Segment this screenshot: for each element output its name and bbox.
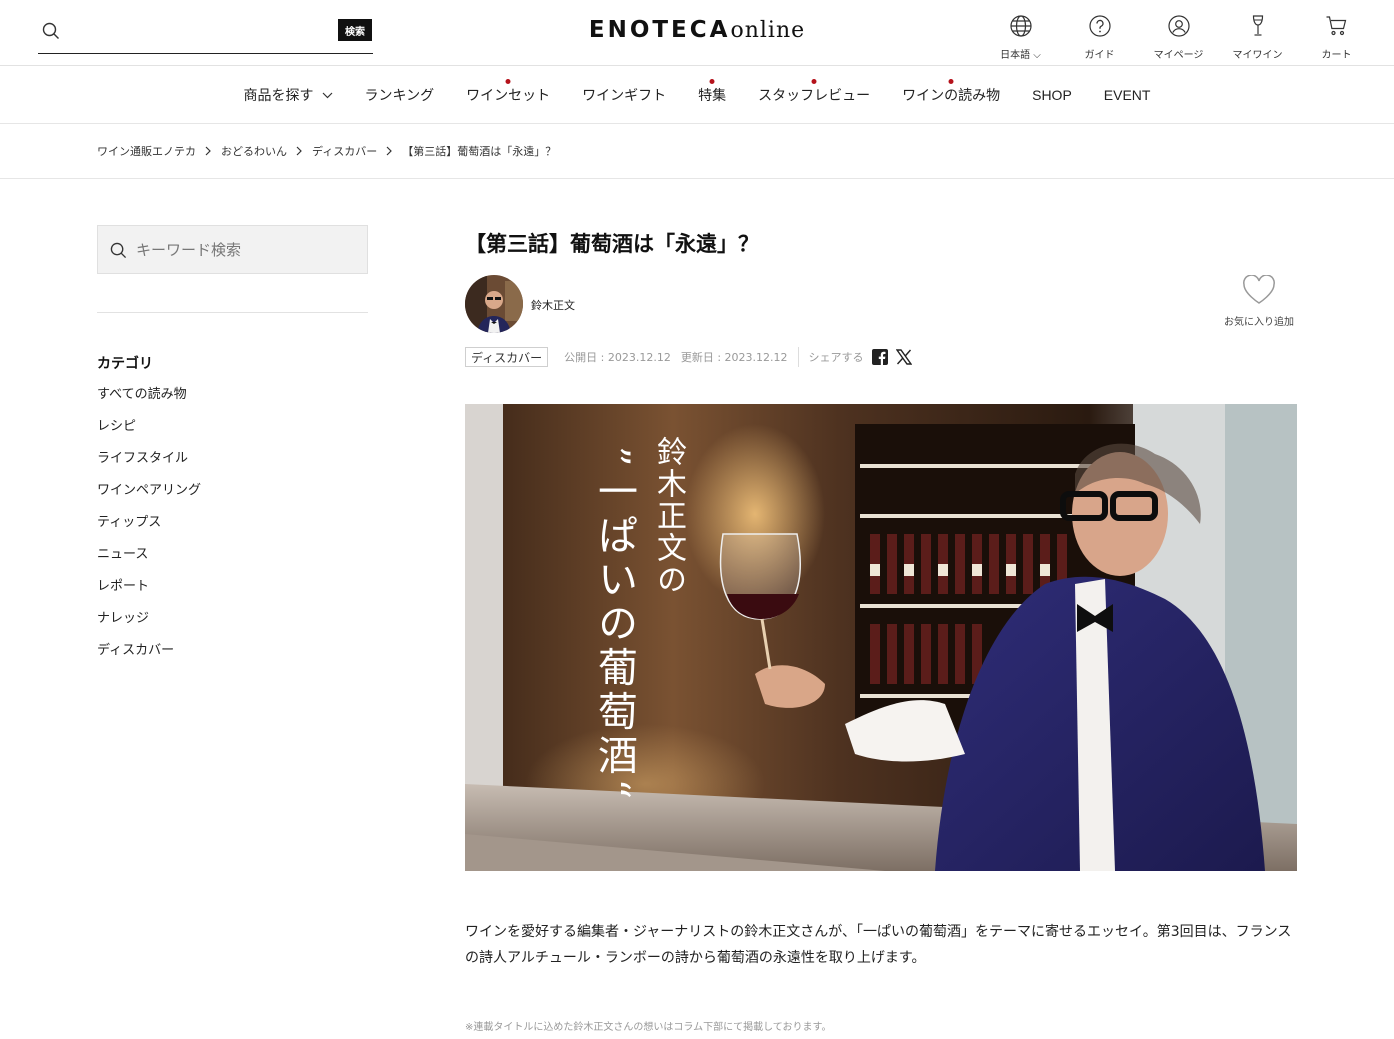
global-nav: 商品を探す ランキング ワインセット ワインギフト 特集 スタッフレビュー ワイ… [0, 66, 1394, 124]
favorite-button[interactable]: お気に入り追加 [1216, 274, 1302, 328]
chevron-right-icon [205, 146, 212, 156]
article-title: 【第三話】葡萄酒は「永遠」？ [465, 232, 759, 256]
nav-item-label: ランキング [364, 87, 435, 104]
cart-icon [1325, 14, 1349, 42]
category-tag[interactable]: ディスカバー [465, 347, 549, 367]
category-item-all[interactable]: すべての読み物 [97, 385, 201, 417]
new-dot-indicator [505, 78, 511, 84]
keyword-search-input[interactable] [136, 238, 356, 262]
wine-glass-icon [1246, 14, 1270, 42]
meta-divider [797, 347, 799, 367]
mypage-label: マイページ [1153, 50, 1204, 61]
chevron-right-icon [296, 146, 303, 156]
x-twitter-icon[interactable] [895, 349, 912, 365]
category-item-lifestyle[interactable]: ライフスタイル [97, 449, 201, 481]
new-dot-indicator [948, 78, 954, 84]
nav-item-wine-set[interactable]: ワインセット [466, 78, 551, 105]
hero-title-line1: 鈴木正文の [651, 436, 686, 596]
nav-item-label: 特集 [698, 87, 727, 104]
breadcrumb-item-home[interactable]: ワイン通販エノテカ [97, 143, 196, 159]
cart-label: カート [1321, 50, 1352, 61]
nav-item-label: ワインセット [466, 87, 551, 104]
heart-icon [1242, 274, 1276, 309]
category-item-pairing[interactable]: ワインペアリング [97, 481, 201, 513]
breadcrumb-item-discover[interactable]: ディスカバー [312, 143, 377, 159]
article-lead: ワインを愛好する編集者・ジャーナリストの鈴木正文さんが、「一ぱいの葡萄酒」をテー… [465, 924, 1292, 966]
breadcrumb: ワイン通販エノテカ おどるわいん ディスカバー 【第三話】葡萄酒は「永遠」？ [97, 143, 556, 159]
article-meta: ディスカバー 公開日 : 2023.12.12 更新日 : 2023.12.12… [465, 347, 912, 367]
logo-text-bold: ENOTECA [588, 17, 731, 43]
help-icon [1088, 14, 1112, 42]
cart-link[interactable]: カート [1297, 14, 1376, 61]
nav-item-event[interactable]: EVENT [1104, 87, 1151, 103]
guide-link[interactable]: ガイド [1060, 14, 1139, 61]
category-item-knowledge[interactable]: ナレッジ [97, 609, 201, 641]
author-name[interactable]: 鈴木正文 [531, 297, 575, 313]
new-dot-indicator [811, 78, 817, 84]
category-item-news[interactable]: ニュース [97, 545, 201, 577]
site-header: 検索 ENOTECAonline 日本語 ⌵ ガイド マイページ マイワイン カ… [0, 0, 1394, 66]
chevron-down-icon [322, 87, 333, 103]
nav-item-label: スタッフレビュー [758, 87, 871, 104]
facebook-icon[interactable] [871, 349, 888, 365]
nav-item-wine-reading[interactable]: ワインの読み物 [902, 78, 1001, 105]
sidebar-divider [97, 312, 368, 313]
hero-title-line2: ”一ぱいの葡萄酒“ [591, 446, 637, 803]
share-label: シェアする [808, 351, 864, 364]
article-note: ※連載タイトルに込めた鈴木正文さんの想いはコラム下部にて掲載しております。 [465, 1022, 832, 1033]
language-switch[interactable]: 日本語 ⌵ [981, 14, 1060, 61]
category-heading: カテゴリ [97, 356, 153, 372]
header-utility-icons: 日本語 ⌵ ガイド マイページ マイワイン カート [981, 14, 1376, 61]
nav-item-find-products[interactable]: 商品を探す [244, 85, 333, 105]
nav-item-label: 商品を探す [243, 87, 314, 104]
mywine-link[interactable]: マイワイン [1218, 14, 1297, 61]
published-date: 公開日 : 2023.12.12 [564, 351, 671, 364]
breadcrumb-bar: ワイン通販エノテカ おどるわいん ディスカバー 【第三話】葡萄酒は「永遠」？ [0, 124, 1394, 179]
breadcrumb-item-current: 【第三話】葡萄酒は「永遠」？ [402, 145, 557, 158]
category-item-recipe[interactable]: レシピ [97, 417, 201, 449]
author-avatar[interactable] [465, 275, 523, 333]
category-item-discover[interactable]: ディスカバー [97, 641, 201, 673]
sidebar-search [97, 225, 368, 274]
new-dot-indicator [709, 78, 715, 84]
language-label: 日本語 [1000, 50, 1031, 61]
nav-item-staff-review[interactable]: スタッフレビュー [758, 78, 871, 105]
search-icon [110, 242, 127, 263]
nav-item-label: ワインギフト [582, 87, 667, 104]
nav-item-ranking[interactable]: ランキング [365, 85, 435, 105]
category-item-report[interactable]: レポート [97, 577, 201, 609]
globe-icon [1009, 14, 1033, 42]
logo-text-light: online [730, 18, 806, 43]
favorite-label: お気に入り追加 [1224, 317, 1294, 328]
chevron-right-icon [386, 146, 393, 156]
category-list: すべての読み物 レシピ ライフスタイル ワインペアリング ティップス ニュース … [97, 385, 201, 673]
mywine-label: マイワイン [1232, 50, 1283, 61]
guide-label: ガイド [1084, 50, 1115, 61]
breadcrumb-item-odorwine[interactable]: おどるわいん [221, 143, 287, 159]
nav-item-feature[interactable]: 特集 [698, 78, 727, 105]
mypage-link[interactable]: マイページ [1139, 14, 1218, 61]
updated-date: 更新日 : 2023.12.12 [680, 351, 788, 364]
chevron-down-icon: ⌵ [1033, 50, 1041, 61]
nav-item-wine-gift[interactable]: ワインギフト [582, 85, 666, 105]
category-item-tips[interactable]: ティップス [97, 513, 201, 545]
nav-item-label: SHOP [1032, 86, 1072, 103]
user-icon [1167, 14, 1191, 42]
nav-item-label: EVENT [1103, 86, 1151, 103]
nav-item-shop[interactable]: SHOP [1032, 87, 1072, 103]
nav-item-label: ワインの読み物 [902, 87, 1001, 104]
